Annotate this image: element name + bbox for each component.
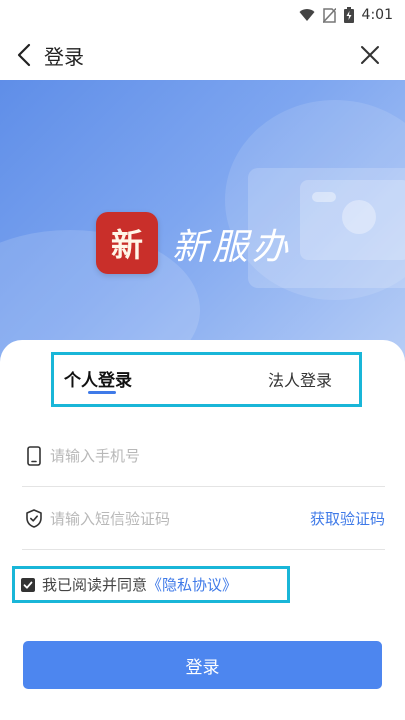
banner-decoration [342,200,376,234]
battery-icon [343,7,354,23]
agreement-checkbox[interactable] [21,577,35,592]
checkmark-icon [23,581,33,589]
tab-legal-login[interactable]: 法人登录 [268,367,332,391]
active-tab-indicator [88,391,116,394]
app-logo: 新 [96,212,158,274]
page-title: 登录 [44,44,84,69]
agreement-text: 我已阅读并同意 [42,576,148,594]
sms-code-field: 获取验证码 [22,488,385,550]
privacy-policy-link[interactable]: 《隐私协议》 [147,574,237,595]
close-button[interactable] [355,40,385,70]
close-icon [361,46,379,64]
phone-icon [24,445,44,466]
title-bar: 登录 [0,30,405,80]
back-button[interactable] [4,30,44,80]
banner-decoration [312,192,336,202]
logo-mark: 新 [110,226,143,264]
no-sim-icon [322,7,336,23]
wifi-icon [299,9,315,21]
tab-personal-login[interactable]: 个人登录 [64,366,132,391]
sms-code-input[interactable] [50,509,280,528]
chevron-left-icon [17,43,31,67]
phone-input[interactable] [50,446,280,465]
app-name: 新服办 [172,227,293,268]
shield-check-icon [24,509,44,528]
status-bar: 4:01 [0,0,405,30]
get-code-button[interactable]: 获取验证码 [310,508,385,529]
phone-field [22,425,385,487]
agreement-row: 我已阅读并同意 《隐私协议》 [12,566,290,603]
login-button[interactable]: 登录 [23,641,382,689]
status-time: 4:01 [361,7,393,23]
